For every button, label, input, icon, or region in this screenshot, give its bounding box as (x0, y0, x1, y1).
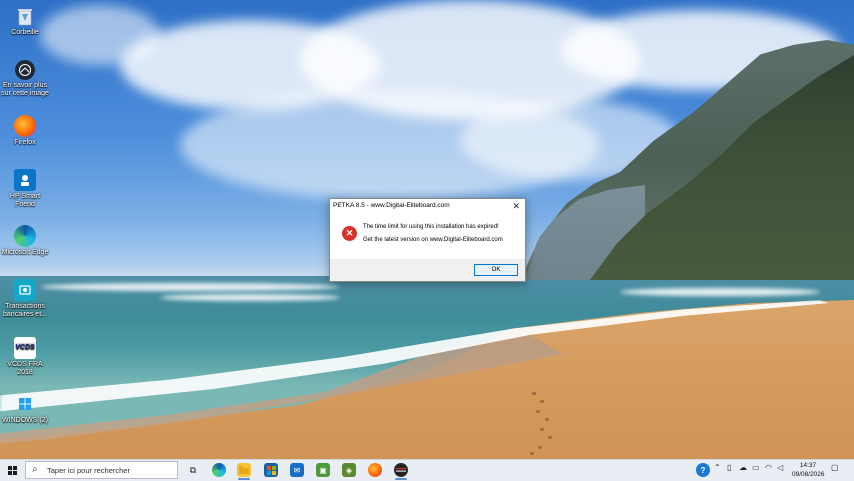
volume-icon[interactable]: ◁ (777, 463, 783, 472)
desktop-icon-learn-more[interactable]: En savoir plus sur cette image (0, 60, 50, 98)
clock[interactable]: 14:37 09/08/2026 (792, 461, 825, 479)
desktop-icon-windows-folder[interactable]: WINDOWS (2) (0, 393, 50, 425)
recycle-bin-icon (14, 5, 36, 27)
desktop-icon-label: En savoir plus sur cette image (1, 82, 49, 97)
camera-info-icon (15, 60, 35, 80)
search-icon: ⌕ (32, 464, 38, 475)
windows-folder-icon (14, 393, 36, 415)
bank-transactions-icon (14, 279, 36, 301)
mail-icon[interactable]: ✉ (290, 463, 304, 477)
dialog-message-line1: The time limit for using this installati… (363, 224, 499, 230)
desktop-icon-label: Firefox (14, 139, 36, 146)
task-view-icon[interactable]: ⧉ (186, 463, 200, 477)
firefox-icon[interactable] (368, 463, 382, 477)
cloud-icon[interactable]: ☁ (739, 463, 747, 472)
wave-foam (620, 288, 820, 296)
edge-icon[interactable] (212, 463, 226, 477)
green-app-icon[interactable]: ▣ (316, 463, 330, 477)
search-box[interactable]: ⌕ Taper ici pour rechercher (25, 461, 178, 479)
dialog-titlebar[interactable]: PETKA 8.5 - www.Digital-Eliteboard.com ✕ (330, 199, 525, 213)
petka-icon[interactable] (394, 463, 408, 477)
chevron-up-icon[interactable]: ⌃ (714, 463, 721, 472)
edge-icon (14, 225, 36, 247)
cloud (40, 5, 160, 65)
desktop-icon-label: Corbeille (11, 29, 39, 36)
dialog-message-line2: Get the latest version on www.Digital-El… (363, 237, 503, 243)
clock-date: 09/08/2026 (792, 471, 825, 478)
green-app-2-icon[interactable]: ◈ (342, 463, 356, 477)
dialog-title: PETKA 8.5 - www.Digital-Eliteboard.com (333, 202, 450, 209)
file-explorer-icon[interactable] (237, 463, 251, 477)
desktop-icon-label: VCDS FRA 2018 (7, 361, 43, 376)
taskbar: ⌕ Taper ici pour rechercher ⧉ ✉ ▣ ◈ ? ⌃ … (0, 459, 854, 481)
dialog-footer: OK (330, 259, 525, 281)
store-icon[interactable] (264, 463, 278, 477)
desktop-icon-bank-transactions[interactable]: Transactions bancaires et... (0, 279, 50, 319)
start-button[interactable] (4, 463, 20, 478)
desktop-icon-label: WINDOWS (2) (2, 417, 48, 424)
notification-icon[interactable]: ▢ (831, 463, 839, 472)
desktop-icon-vcds[interactable]: VCDS VCDS FRA 2018 (0, 337, 50, 377)
wave-foam (40, 283, 340, 291)
device-icon[interactable]: ▯ (727, 463, 731, 472)
windows-logo-icon (7, 466, 17, 475)
vcds-icon: VCDS (14, 337, 36, 359)
error-icon: ✕ (342, 226, 357, 241)
wave-foam (160, 294, 340, 301)
desktop-icon-edge[interactable]: Microsoft Edge (0, 225, 50, 257)
search-placeholder: Taper ici pour rechercher (47, 466, 130, 475)
ok-button[interactable]: OK (474, 264, 518, 276)
hp-smart-friend-icon (14, 169, 36, 191)
close-button[interactable]: ✕ (512, 199, 520, 213)
desktop-icon-hp-smart-friend[interactable]: HP Smart Friend (0, 169, 50, 209)
dialog-content: ✕ The time limit for using this installa… (330, 213, 525, 259)
clock-time: 14:37 (799, 462, 817, 469)
desktop-icon-recycle-bin[interactable]: Corbeille (0, 5, 50, 37)
desktop-icon-label: Transactions bancaires et... (3, 303, 47, 318)
firefox-icon (14, 115, 36, 137)
desktop-icon-label: Microsoft Edge (1, 249, 49, 256)
desktop-icon-label: HP Smart Friend (9, 193, 41, 208)
network-icon[interactable]: ▭ (752, 463, 760, 472)
help-icon[interactable]: ? (696, 463, 710, 477)
error-dialog: PETKA 8.5 - www.Digital-Eliteboard.com ✕… (329, 198, 526, 282)
wifi-icon[interactable]: ◠ (765, 463, 772, 472)
desktop-icon-firefox[interactable]: Firefox (0, 115, 50, 147)
